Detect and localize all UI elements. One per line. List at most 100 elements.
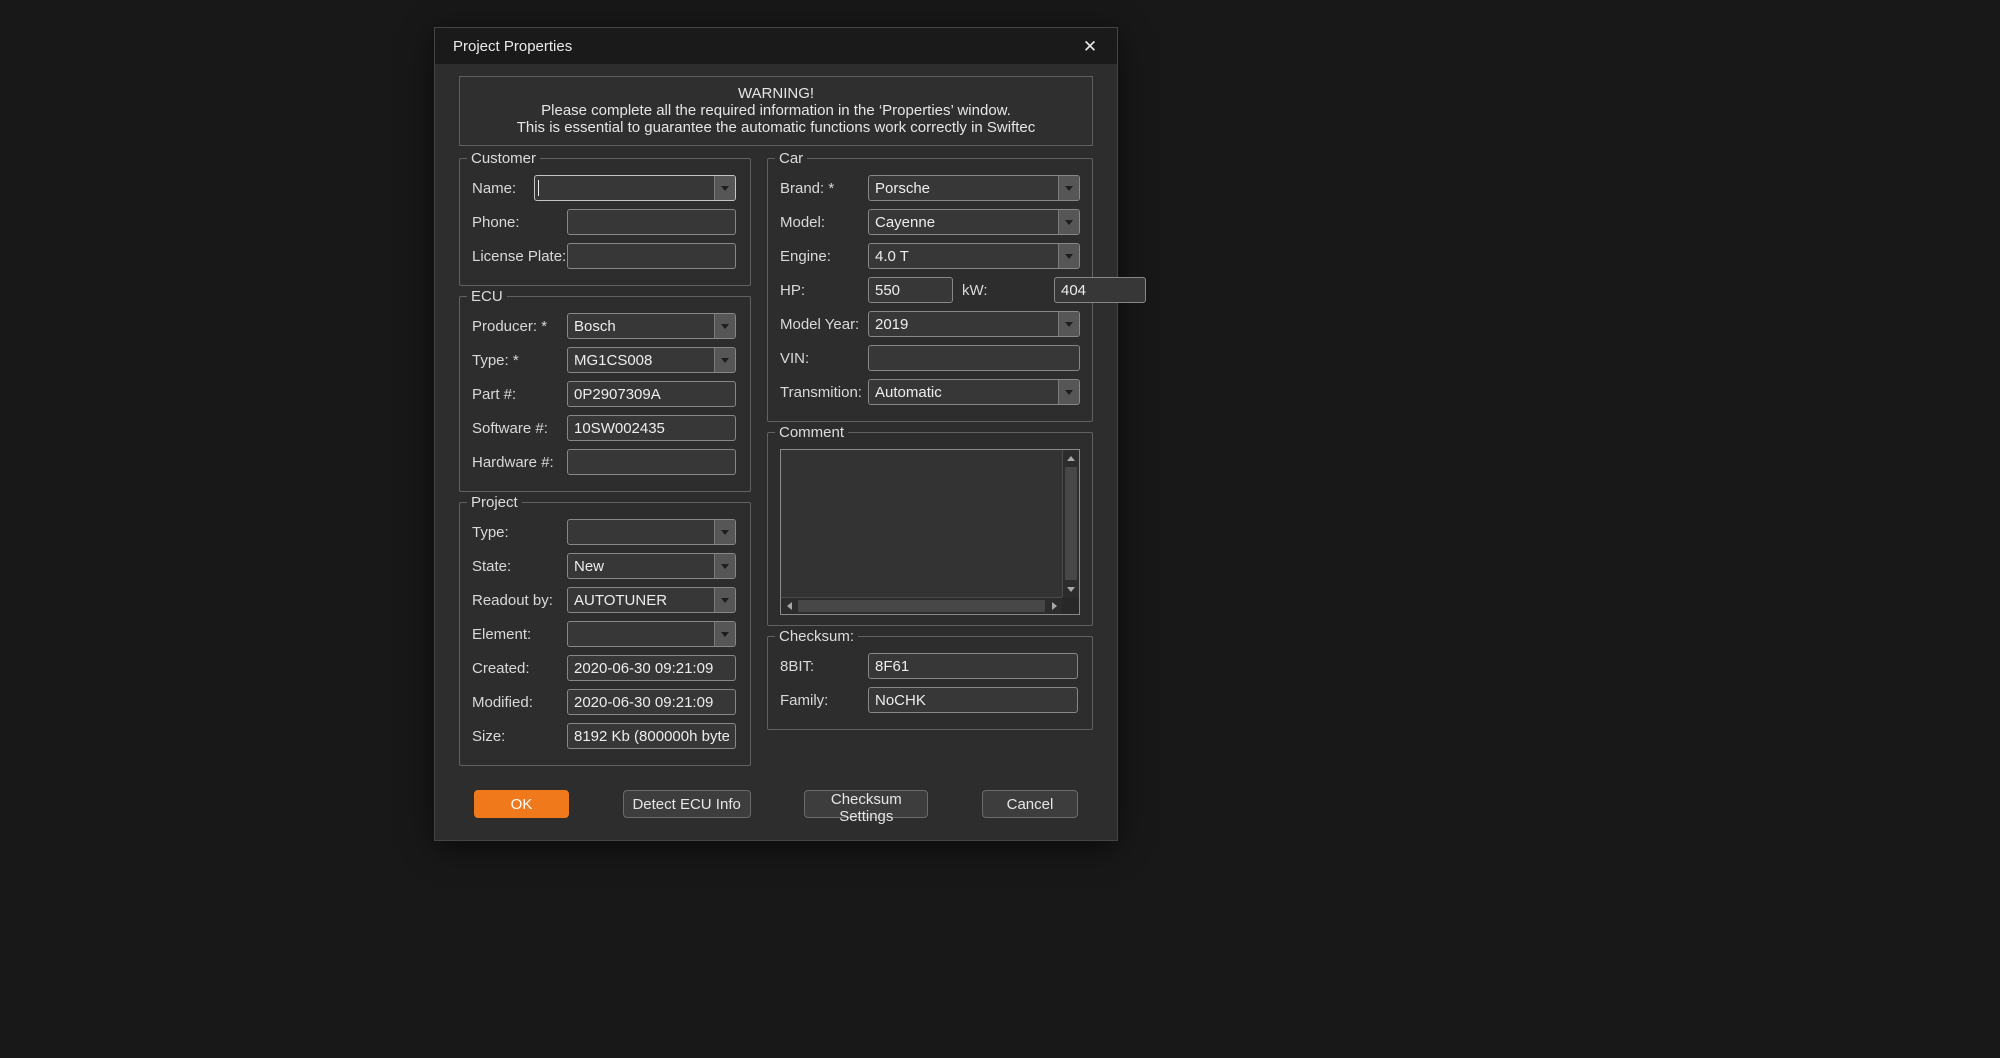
- project-type-combobox[interactable]: [567, 519, 736, 545]
- scroll-left-button[interactable]: [781, 598, 797, 614]
- project-modified-input[interactable]: [567, 689, 736, 715]
- project-type-row: Type:: [472, 519, 738, 545]
- car-year-value: 2019: [869, 316, 1058, 333]
- chevron-down-icon: [1065, 254, 1073, 259]
- car-vin-row: VIN:: [780, 345, 1080, 371]
- car-transmission-row: Transmition: Automatic: [780, 379, 1080, 405]
- cancel-button[interactable]: Cancel: [982, 790, 1078, 818]
- ecu-type-label: Type: *: [472, 352, 567, 369]
- chevron-down-icon: [721, 186, 729, 191]
- detect-ecu-info-button[interactable]: Detect ECU Info: [623, 790, 751, 818]
- project-size-input[interactable]: [567, 723, 736, 749]
- project-readout-combobox[interactable]: AUTOTUNER: [567, 587, 736, 613]
- ecu-type-combobox[interactable]: MG1CS008: [567, 347, 736, 373]
- car-engine-value: 4.0 T: [869, 248, 1058, 265]
- project-created-label: Created:: [472, 660, 567, 677]
- car-transmission-dropdown-button[interactable]: [1058, 380, 1079, 404]
- project-type-dropdown-button[interactable]: [714, 520, 735, 544]
- scroll-right-button[interactable]: [1046, 598, 1062, 614]
- car-brand-dropdown-button[interactable]: [1058, 176, 1079, 200]
- project-readout-dropdown-button[interactable]: [714, 588, 735, 612]
- project-readout-value: AUTOTUNER: [568, 592, 714, 609]
- car-year-dropdown-button[interactable]: [1058, 312, 1079, 336]
- project-state-dropdown-button[interactable]: [714, 554, 735, 578]
- ecu-hardware-input[interactable]: [567, 449, 736, 475]
- chevron-down-icon: [721, 598, 729, 603]
- ecu-producer-row: Producer: * Bosch: [472, 313, 738, 339]
- project-group: Project Type: State: New: [459, 502, 751, 766]
- ecu-type-dropdown-button[interactable]: [714, 348, 735, 372]
- checksum-8bit-label: 8BIT:: [780, 658, 868, 675]
- project-readout-row: Readout by: AUTOTUNER: [472, 587, 738, 613]
- car-model-combobox[interactable]: Cayenne: [868, 209, 1080, 235]
- ok-button[interactable]: OK: [474, 790, 569, 818]
- car-hp-input[interactable]: [868, 277, 953, 303]
- ecu-part-input[interactable]: [567, 381, 736, 407]
- close-button[interactable]: ✕: [1075, 31, 1105, 61]
- ecu-part-row: Part #:: [472, 381, 738, 407]
- comment-group-legend: Comment: [775, 424, 848, 441]
- checksum-family-input[interactable]: [868, 687, 1078, 713]
- car-model-row: Model: Cayenne: [780, 209, 1080, 235]
- checksum-group-legend: Checksum:: [775, 628, 858, 645]
- chevron-down-icon: [1065, 220, 1073, 225]
- car-brand-combobox[interactable]: Porsche: [868, 175, 1080, 201]
- car-kw-label: kW:: [962, 282, 1050, 299]
- ecu-hardware-row: Hardware #:: [472, 449, 738, 475]
- project-element-dropdown-button[interactable]: [714, 622, 735, 646]
- car-transmission-combobox[interactable]: Automatic: [868, 379, 1080, 405]
- project-element-label: Element:: [472, 626, 567, 643]
- customer-plate-row: License Plate:: [472, 243, 738, 269]
- customer-phone-input[interactable]: [567, 209, 736, 235]
- car-year-combobox[interactable]: 2019: [868, 311, 1080, 337]
- customer-phone-row: Phone:: [472, 209, 738, 235]
- ecu-software-label: Software #:: [472, 420, 567, 437]
- warning-line-2: Please complete all the required informa…: [468, 102, 1084, 119]
- ecu-group-legend: ECU: [467, 288, 507, 305]
- project-size-row: Size:: [472, 723, 738, 749]
- ecu-producer-value: Bosch: [568, 318, 714, 335]
- comment-vertical-scrollbar[interactable]: [1062, 450, 1079, 597]
- customer-phone-label: Phone:: [472, 214, 567, 231]
- chevron-down-icon: [721, 324, 729, 329]
- comment-textarea[interactable]: [781, 450, 1062, 597]
- project-element-row: Element:: [472, 621, 738, 647]
- car-kw-input[interactable]: [1054, 277, 1146, 303]
- vertical-scroll-thumb[interactable]: [1065, 467, 1077, 580]
- car-engine-combobox[interactable]: 4.0 T: [868, 243, 1080, 269]
- scroll-down-button[interactable]: [1063, 581, 1079, 597]
- customer-name-dropdown-button[interactable]: [714, 176, 735, 200]
- chevron-down-icon: [721, 530, 729, 535]
- ecu-software-input[interactable]: [567, 415, 736, 441]
- horizontal-scroll-thumb[interactable]: [798, 600, 1045, 612]
- checksum-family-label: Family:: [780, 692, 868, 709]
- project-state-combobox[interactable]: New: [567, 553, 736, 579]
- car-engine-label: Engine:: [780, 248, 868, 265]
- ecu-type-value: MG1CS008: [568, 352, 714, 369]
- scrollbar-corner: [1062, 597, 1079, 614]
- comment-horizontal-scrollbar[interactable]: [781, 597, 1062, 614]
- checksum-8bit-input[interactable]: [868, 653, 1078, 679]
- comment-box: [780, 449, 1080, 615]
- dialog-titlebar[interactable]: Project Properties ✕: [435, 28, 1117, 64]
- car-brand-label: Brand: *: [780, 180, 868, 197]
- project-created-input[interactable]: [567, 655, 736, 681]
- customer-plate-input[interactable]: [567, 243, 736, 269]
- customer-plate-label: License Plate:: [472, 248, 567, 265]
- ecu-producer-combobox[interactable]: Bosch: [567, 313, 736, 339]
- car-engine-dropdown-button[interactable]: [1058, 244, 1079, 268]
- car-model-dropdown-button[interactable]: [1058, 210, 1079, 234]
- customer-name-label: Name:: [472, 180, 534, 197]
- customer-name-combobox[interactable]: [534, 175, 736, 201]
- checksum-settings-button[interactable]: Checksum Settings: [804, 790, 928, 818]
- ecu-type-row: Type: * MG1CS008: [472, 347, 738, 373]
- project-element-combobox[interactable]: [567, 621, 736, 647]
- car-vin-input[interactable]: [868, 345, 1080, 371]
- scroll-up-button[interactable]: [1063, 450, 1079, 466]
- text-cursor: [538, 180, 539, 196]
- project-type-label: Type:: [472, 524, 567, 541]
- project-readout-label: Readout by:: [472, 592, 567, 609]
- warning-banner: WARNING! Please complete all the require…: [459, 76, 1093, 146]
- ecu-producer-dropdown-button[interactable]: [714, 314, 735, 338]
- close-icon: ✕: [1083, 38, 1097, 55]
